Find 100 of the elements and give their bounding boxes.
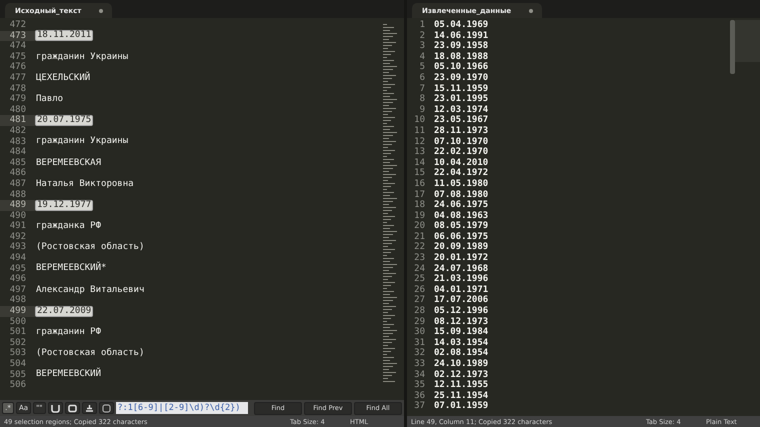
code-line: 24.07.1968 (434, 264, 488, 274)
line-number: 27 (413, 295, 426, 306)
line-number: 30 (413, 327, 426, 338)
code-line: ВЕРЕМЕЕВСКАЯ (35, 158, 102, 168)
line-number: 17 (413, 190, 426, 200)
code-line: гражданка РФ (35, 222, 102, 232)
line-number: 11 (413, 126, 426, 137)
code-line: (Ростовская область) (35, 243, 146, 252)
code-line: 05.04.1969 (434, 20, 488, 31)
line-number: 23 (413, 253, 426, 264)
line-number: 477 (8, 72, 27, 84)
wrap-toggle[interactable] (48, 402, 63, 414)
code-line: 05.12.1996 (434, 306, 488, 317)
line-number: 482 (8, 126, 27, 137)
line-number: 24 (413, 264, 426, 274)
line-number: 474 (8, 41, 27, 52)
line-number: 15 (413, 168, 426, 179)
code-line: ЦЕХЕЛЬСКИЙ (35, 74, 92, 83)
code-line: (Ростовская область) (35, 349, 146, 358)
line-number: 504 (8, 359, 27, 370)
line-number: 21 (413, 232, 426, 242)
line-number: 5 (418, 62, 426, 73)
line-number: 6 (418, 72, 426, 84)
code-line: 23.05.1967 (434, 115, 488, 126)
code-line: 04.08.1963 (434, 210, 488, 221)
line-number: 13 (413, 147, 426, 158)
code-line: Павло (35, 94, 64, 104)
line-number: 9 (418, 104, 426, 115)
code-line: 12.03.1974 (434, 104, 488, 115)
code-line: 10.04.2010 (434, 158, 488, 168)
line-number: 34 (413, 370, 426, 380)
line-number: 10 (413, 115, 426, 126)
find-field[interactable]: ?:1[6-9]|[2-9]\d)?\d{2}) (116, 402, 248, 414)
wrap-icon (50, 404, 60, 412)
line-number: 19 (413, 210, 426, 221)
code-line: 18.08.1988 (434, 52, 488, 62)
line-number: 479 (8, 94, 27, 105)
selection-toggle[interactable] (64, 402, 80, 414)
code-line: 05.10.1966 (434, 62, 488, 73)
code-line: Александр Витальевич (35, 286, 146, 295)
line-number: 475 (8, 52, 27, 62)
line-number: 489 (0, 200, 35, 211)
selection-icon (68, 404, 77, 412)
line-number: 33 (413, 359, 426, 370)
line-number: 496 (8, 274, 27, 285)
line-number: 485 (8, 158, 27, 168)
line-number: 493 (8, 242, 27, 253)
line-number: 495 (8, 264, 27, 274)
selected-text: 20.07.1975 (35, 115, 94, 126)
scrollbar-thumb[interactable] (730, 20, 735, 74)
line-number: 7 (418, 84, 426, 94)
line-number: 476 (8, 62, 27, 73)
line-number: 18 (413, 200, 426, 211)
line-number: 501 (8, 327, 27, 338)
line-number: 484 (8, 147, 27, 158)
selected-text: 18.11.2011 (35, 30, 94, 42)
code-line: 04.01.1971 (434, 284, 488, 295)
code-line: 02.08.1954 (434, 348, 488, 359)
code-line: 24.06.1975 (434, 200, 488, 211)
code-line: 15.11.1959 (434, 84, 488, 94)
code-line: 24.10.1989 (434, 359, 488, 370)
line-number: 472 (8, 20, 27, 31)
code-line: гражданин РФ (35, 328, 102, 338)
code-line: 17.07.2006 (434, 295, 488, 306)
line-number: 8 (418, 94, 426, 105)
line-number: 14 (413, 158, 426, 168)
selected-text: 19.12.1977 (35, 200, 94, 211)
line-number: 20 (413, 221, 426, 232)
line-number: 1 (418, 20, 426, 31)
line-number: 12 (413, 136, 426, 147)
code-line: гражданин Украины (35, 137, 130, 146)
line-number: 503 (8, 348, 27, 359)
code-line: ВЕРЕМЕЕВСКИЙ (35, 370, 102, 380)
code-line: 23.09.1970 (434, 72, 488, 84)
code-line: 07.08.1980 (434, 190, 488, 200)
line-number: 488 (8, 190, 27, 200)
line-number: 4 (418, 52, 426, 62)
line-number: 498 (8, 295, 27, 306)
line-number: 478 (8, 84, 27, 94)
context-icon (102, 404, 111, 412)
code-line: 14.03.1954 (434, 338, 488, 348)
highlight-toggle[interactable] (82, 402, 97, 414)
highlight-icon (84, 404, 94, 412)
line-number: 481 (0, 115, 35, 126)
code-line: 07.01.1959 (434, 401, 488, 412)
code-line: 11.05.1980 (434, 178, 488, 190)
line-number: 22 (413, 242, 426, 253)
line-number: 491 (8, 221, 27, 232)
context-toggle[interactable] (98, 402, 114, 414)
line-number: 25 (413, 274, 426, 285)
code-line: гражданин Украины (35, 52, 130, 62)
line-number: 32 (413, 348, 426, 359)
line-number: 502 (8, 338, 27, 348)
code-line: 23.01.1995 (434, 94, 488, 105)
code-line: Наталья Викторовна (35, 180, 135, 189)
code-line: 25.11.1954 (434, 390, 488, 401)
line-number: 29 (413, 316, 426, 327)
code-line: 07.10.1970 (434, 136, 488, 147)
code-line: 08.12.1973 (434, 316, 488, 327)
line-number: 500 (8, 316, 27, 327)
